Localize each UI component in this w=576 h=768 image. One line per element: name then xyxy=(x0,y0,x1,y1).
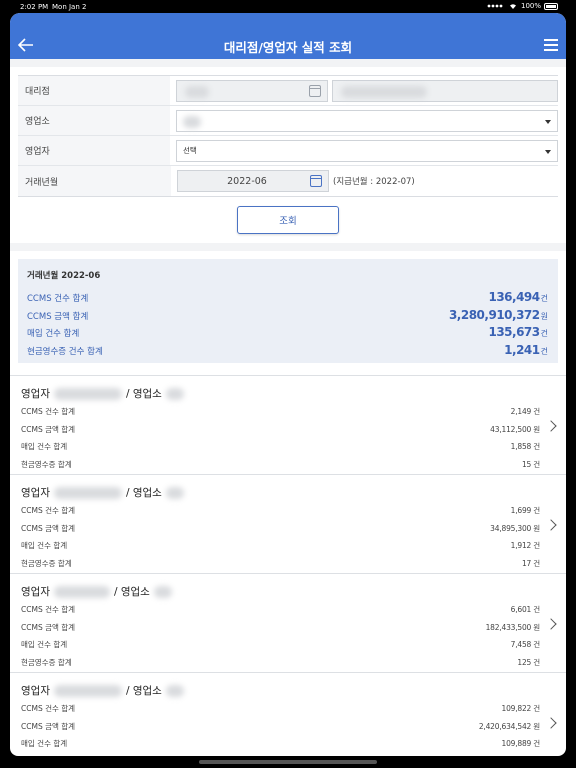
card-title: 영업자 / 영업소 xyxy=(21,384,540,403)
card-row: CCMS 금액 합계 43,112,500 원 xyxy=(21,424,540,434)
app-header: 대리점/영업자 실적 조회 xyxy=(10,30,566,59)
card-row: 매입 건수 합계 1,858 건 xyxy=(21,442,540,452)
search-form: 대리점 영업소 영업자 선택 거래년월 2022-06 (지급년월: 2022… xyxy=(18,75,558,197)
month-row: 거래년월 2022-06 (지급년월 : 2022-07) xyxy=(18,166,558,196)
device-frame: 2:02 PM Mon Jan 2 100% 대리점/영업자 실적 조회 대리점… xyxy=(0,0,576,768)
status-right: 100% xyxy=(487,2,558,10)
app-screen: 대리점/영업자 실적 조회 대리점 영업소 영업자 선택 거래년월 2022-0… xyxy=(10,13,566,756)
page-title: 대리점/영업자 실적 조회 xyxy=(223,40,353,55)
card-row: CCMS 금액 합계 34,895,300 원 xyxy=(21,523,540,533)
chevron-down-icon xyxy=(545,119,551,124)
card-row: 매입 건수 합계 1,912 건 xyxy=(21,541,540,551)
calendar-icon[interactable] xyxy=(310,175,322,187)
office-label: 영업소 xyxy=(18,106,170,135)
card-row: 현금영수증 합계 125 건 xyxy=(21,657,540,667)
chevron-right-icon[interactable] xyxy=(545,420,557,432)
main-content: 대리점 영업소 영업자 선택 거래년월 2022-06 (지급년월: 2022… xyxy=(10,59,566,756)
status-time: 2:02 PM xyxy=(20,3,49,11)
card-title: 영업자 / 영업소 xyxy=(21,483,540,502)
battery-percent: 100% xyxy=(520,2,541,10)
card-title: 영업자 / 영업소 xyxy=(21,681,540,700)
salesperson-select[interactable]: 선택 xyxy=(176,139,558,162)
card-row: CCMS 금액 합계 182,433,500 원 xyxy=(21,622,540,632)
card-row: CCMS 금액 합계 2,420,634,542 원 xyxy=(21,721,540,731)
month-field[interactable]: 2022-06 xyxy=(177,170,329,192)
agency-row: 대리점 xyxy=(18,76,558,106)
card-row: 현금영수증 합계 17 건 xyxy=(21,558,540,568)
section-divider xyxy=(10,243,566,251)
card-row: CCMS 건수 합계 109,822 건 xyxy=(21,704,540,714)
card-row: CCMS 건수 합계 6,601 건 xyxy=(21,605,540,615)
summary-row: 매입 건수 합계 135,673건 xyxy=(27,325,548,339)
card-row: CCMS 건수 합계 2,149 건 xyxy=(21,407,540,417)
chevron-down-icon xyxy=(545,149,551,154)
salesperson-card[interactable]: 영업자 / 영업소 CCMS 건수 합계 1,699 건 CCMS 금액 합계 34… xyxy=(10,474,566,573)
office-row: 영업소 xyxy=(18,106,558,136)
battery-icon xyxy=(544,2,558,10)
payment-month-hint: (지급년월 : 2022-07) xyxy=(333,177,415,187)
agency-search-icon[interactable] xyxy=(309,84,321,97)
card-row: CCMS 건수 합계 1,699 건 xyxy=(21,506,540,516)
agency-code-field[interactable] xyxy=(176,79,328,102)
agency-name-field xyxy=(332,79,558,102)
chevron-right-icon[interactable] xyxy=(545,519,557,531)
salesperson-card[interactable]: 영업자 / 영업소 CCMS 건수 합계 109,822 건 CCMS 금액 합계… xyxy=(10,672,566,756)
card-row: 현금영수증 합계 15 건 xyxy=(21,459,540,469)
card-row: 매입 건수 합계 109,889 건 xyxy=(21,739,540,749)
month-value: 2022-06 xyxy=(227,175,267,187)
salesperson-card[interactable]: 영업자 / 영업소 CCMS 건수 합계 6,601 건 CCMS 금액 합계 18… xyxy=(10,573,566,672)
salesperson-card[interactable]: 영업자 / 영업소 CCMS 건수 합계 2,149 건 CCMS 금액 합계 43… xyxy=(10,375,566,474)
summary-heading: 거래년월 2022-06 xyxy=(27,271,101,281)
summary-row: CCMS 건수 합계 136,494건 xyxy=(27,290,548,304)
salesperson-value: 선택 xyxy=(183,146,197,155)
status-date: Mon Jan 2 xyxy=(52,3,87,11)
search-button-area: 조회 xyxy=(10,197,566,243)
chevron-right-icon[interactable] xyxy=(545,618,557,630)
wifi-icon xyxy=(509,4,516,9)
card-row: 매입 건수 합계 7,458 건 xyxy=(21,640,540,650)
month-label: 거래년월 xyxy=(18,166,171,196)
salesperson-row: 영업자 선택 xyxy=(18,136,558,166)
signal-icon xyxy=(487,4,503,8)
card-title: 영업자 / 영업소 xyxy=(21,582,540,601)
office-select[interactable] xyxy=(176,109,558,132)
summary-row: 현금영수증 건수 합계 1,241건 xyxy=(27,342,548,357)
header-top xyxy=(10,13,566,30)
search-button[interactable]: 조회 xyxy=(237,206,339,234)
chevron-right-icon[interactable] xyxy=(545,717,557,729)
top-divider xyxy=(10,59,566,67)
home-indicator[interactable] xyxy=(199,760,377,764)
summary-panel: 거래년월 2022-06 CCMS 건수 합계 136,494건 CCMS 금액… xyxy=(18,259,558,363)
summary-row: CCMS 금액 합계 3,280,910,372원 xyxy=(27,307,548,322)
salesperson-label: 영업자 xyxy=(18,136,170,165)
agency-label: 대리점 xyxy=(18,76,170,105)
hamburger-menu-icon[interactable] xyxy=(544,39,558,51)
status-bar: 2:02 PM Mon Jan 2 100% xyxy=(0,0,576,13)
